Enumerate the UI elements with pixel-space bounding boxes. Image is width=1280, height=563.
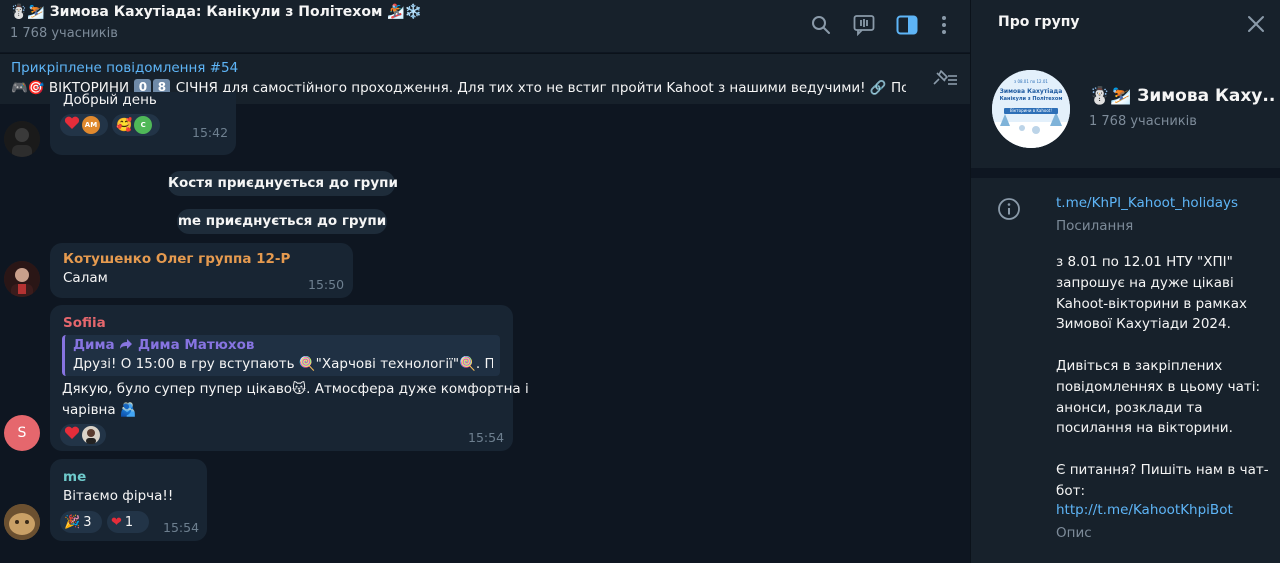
reply-quote[interactable]: Дима Дима Матюхов Друзі! О 15:00 в гру в… — [62, 335, 500, 376]
sender-name[interactable]: me — [63, 469, 86, 485]
reply-header: Дима Дима Матюхов — [73, 337, 254, 354]
description-label: Опис — [1056, 525, 1092, 541]
photo-line: з 08.01 по 12.01 — [1014, 79, 1048, 84]
reply-from: Дима — [73, 337, 115, 353]
message-time: 15:54 — [468, 430, 505, 445]
photo-line: Вікторини в Kahoot! — [1010, 108, 1052, 113]
avatar[interactable] — [4, 504, 40, 540]
message-bubble[interactable]: Добрый день AM 🥰 C 15:42 — [50, 92, 236, 155]
sidebar-toggle-icon[interactable] — [895, 13, 919, 37]
sender-name[interactable]: Котушенко Олег группа 12-Р — [63, 251, 290, 267]
pin-list-icon[interactable] — [928, 68, 960, 92]
reactor-avatar — [82, 426, 100, 444]
message-bubble[interactable]: me Вітаємо фірча!! 🎉 3 ❤ 1 15:54 — [50, 459, 207, 541]
heart-icon — [64, 116, 80, 134]
group-description: з 8.01 по 12.01 НТУ "ХПІ" запрошує на ду… — [1056, 254, 1269, 499]
service-message: Костя приєднується до групи — [168, 171, 398, 196]
message-bubble[interactable]: Sofiia Дима Дима Матюхов Друзі! О 15:00 … — [50, 305, 529, 451]
reaction-emoji: 🎉 — [64, 514, 81, 530]
live-chat-icon[interactable] — [852, 13, 876, 37]
reaction-count: 1 — [124, 514, 134, 530]
reaction-heart[interactable] — [60, 424, 106, 446]
reactor-avatar: C — [134, 116, 153, 134]
message-time: 15:50 — [308, 277, 345, 292]
message-time: 15:42 — [192, 125, 229, 140]
message-text: Добрый день — [63, 92, 157, 108]
avatar[interactable] — [4, 121, 40, 157]
info-icon — [997, 197, 1021, 221]
forward-icon — [119, 338, 133, 354]
message-list[interactable]: Добрый день AM 🥰 C 15:42 Костя приєднуєт… — [0, 92, 970, 563]
sender-name[interactable]: Sofiia — [63, 315, 106, 331]
more-vert-icon[interactable] — [932, 13, 956, 37]
reaction-count: 3 — [83, 514, 92, 530]
close-icon[interactable] — [1245, 13, 1267, 35]
reaction-heart[interactable]: ❤ 1 — [107, 511, 149, 533]
pinned-title: Прикріплене повідомлення #54 — [11, 60, 239, 76]
message-text-line: Дякую, було супер пупер цікаво😽. Атмосфе… — [62, 381, 529, 397]
link-label: Посилання — [1056, 218, 1134, 234]
avatar[interactable]: S — [4, 415, 40, 451]
message-text: Вітаємо фірча!! — [63, 488, 174, 504]
photo-line: Канікули з Політехом — [999, 96, 1063, 102]
pinned-suffix: СІЧНЯ для самостійного проходження. Для … — [175, 80, 906, 96]
reaction-party[interactable]: 🎉 3 — [60, 511, 102, 533]
member-count: 1 768 учасників — [10, 26, 118, 41]
message-time: 15:54 — [163, 520, 200, 535]
message-text-line: чарівна 🫂 — [62, 402, 137, 418]
reaction-heart[interactable]: AM — [60, 114, 108, 136]
search-icon[interactable] — [809, 13, 833, 37]
section-divider — [971, 168, 1280, 178]
telegram-window: ☃️⛷️ Зимова Кахутіада: Канікули з Політе… — [0, 0, 1280, 563]
reaction-smile[interactable]: 🥰 C — [112, 114, 160, 136]
heart-icon: ❤ — [111, 514, 122, 530]
group-link[interactable]: t.me/KhPI_Kahoot_holidays — [1056, 195, 1238, 211]
heart-icon — [64, 426, 80, 444]
reply-text: Друзі! О 15:00 в гру вступають 🍭"Харчові… — [73, 356, 493, 372]
avatar-letter: S — [17, 425, 27, 441]
group-member-count[interactable]: 1 768 учасників — [1089, 114, 1197, 129]
message-text: Салам — [63, 270, 108, 286]
reply-to: Дима Матюхов — [138, 337, 255, 353]
group-info-panel: Про групу з 08.01 по 12.01 Зимова Кахуті… — [970, 0, 1280, 563]
chat-title[interactable]: ☃️⛷️ Зимова Кахутіада: Канікули з Політе… — [10, 4, 422, 20]
group-avatar[interactable]: з 08.01 по 12.01 Зимова Кахутіада Каніку… — [992, 70, 1070, 148]
chat-area: ☃️⛷️ Зимова Кахутіада: Канікули з Політе… — [0, 0, 970, 563]
chat-header[interactable]: ☃️⛷️ Зимова Кахутіада: Канікули з Політе… — [0, 0, 970, 52]
group-name: ☃️⛷️ Зимова Каху... — [1089, 86, 1274, 106]
reaction-emoji: 🥰 — [116, 117, 133, 133]
bot-link[interactable]: http://t.me/KahootKhpiBot — [1056, 502, 1233, 518]
panel-title: Про групу — [998, 14, 1080, 30]
avatar[interactable] — [4, 261, 40, 297]
photo-line: Зимова Кахутіада — [999, 88, 1063, 95]
reactor-avatar: AM — [82, 116, 100, 134]
message-bubble[interactable]: Котушенко Олег группа 12-Р Салам 15:50 — [50, 243, 353, 298]
service-message: me приєднується до групи — [177, 209, 387, 234]
